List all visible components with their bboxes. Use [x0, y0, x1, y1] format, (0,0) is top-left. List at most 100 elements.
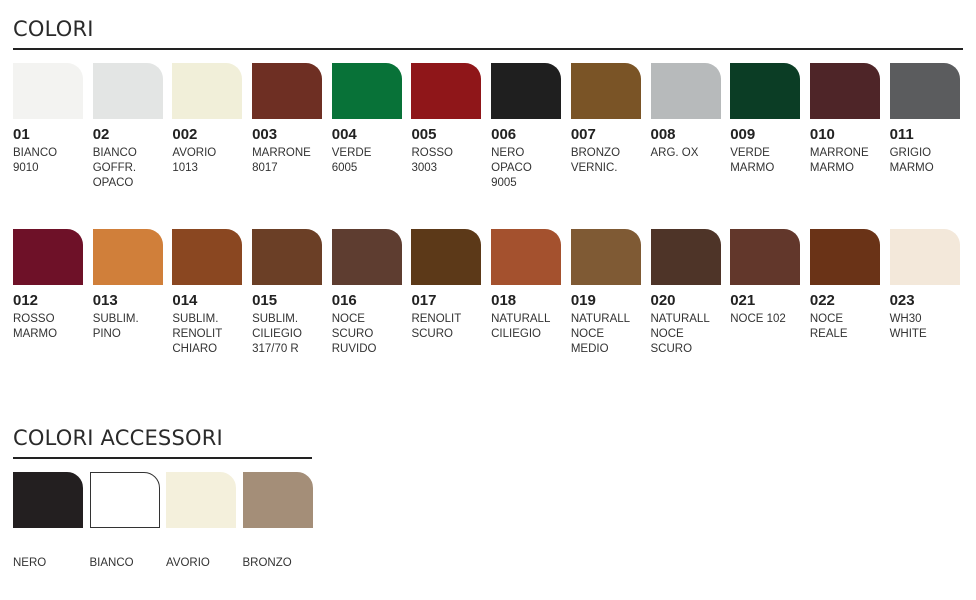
color-chip [13, 63, 83, 119]
color-swatch: 002 AVORIO 1013 [172, 63, 243, 191]
color-name: NOCE SCURO RUVIDO [331, 313, 377, 355]
accessory-chip [89, 472, 160, 528]
color-name: RENOLIT SCURO [411, 313, 462, 340]
color-name: ROSSO MARMO [13, 313, 58, 340]
color-chip [889, 63, 960, 119]
color-chip [730, 229, 801, 285]
accessory-swatch-row: NERO BIANCO AVORIO BRONZO [13, 472, 319, 571]
color-chip [491, 229, 562, 285]
color-code: 006 [491, 126, 517, 143]
accessory-name: NERO [13, 557, 47, 569]
color-code: 012 [13, 292, 39, 309]
color-chip [491, 63, 562, 119]
color-name: BRONZO VERNIC. [570, 147, 621, 174]
color-name: SUBLIM. CILIEGIO 317/70 R [252, 313, 302, 355]
color-swatch: 01 BIANCO 9010 [13, 63, 83, 191]
section-title-colori: COLORI [13, 17, 94, 41]
color-code: 008 [650, 126, 676, 143]
color-chip [570, 229, 641, 285]
accessory-swatch: NERO [13, 472, 83, 571]
color-name: VERDE MARMO [730, 147, 775, 174]
color-swatch-row: 01 BIANCO 9010 02 BIANCO GOFFR. OPACO 002 AVO… [13, 63, 969, 191]
color-name: WH30 WHITE [889, 313, 927, 340]
color-chip [889, 229, 960, 285]
color-code: 023 [889, 292, 915, 309]
accessory-chip [242, 472, 313, 528]
accessory-name: BRONZO [242, 557, 292, 569]
color-name: NATURALL NOCE SCURO [650, 313, 710, 355]
color-chip [650, 229, 721, 285]
section-title-accessori: COLORI ACCESSORI [13, 426, 223, 450]
color-chip [809, 229, 880, 285]
section-divider [13, 457, 312, 459]
color-swatch: 009 VERDE MARMO [730, 63, 801, 191]
color-code: 022 [809, 292, 835, 309]
color-name: NERO OPACO 9005 [491, 147, 532, 189]
color-code: 003 [252, 126, 278, 143]
color-code: 019 [570, 292, 596, 309]
color-chip [411, 229, 482, 285]
color-swatch: 004 VERDE 6005 [331, 63, 402, 191]
color-code: 018 [491, 292, 517, 309]
color-code: 010 [809, 126, 835, 143]
color-chip [252, 229, 323, 285]
accessory-chip [166, 472, 236, 528]
color-chip [730, 63, 801, 119]
color-code: 015 [252, 292, 278, 309]
color-swatch: 006 NERO OPACO 9005 [491, 63, 562, 191]
color-swatch: 016 NOCE SCURO RUVIDO [331, 229, 402, 357]
color-swatch: 005 ROSSO 3003 [411, 63, 482, 191]
color-swatch: 023 WH30 WHITE [889, 229, 960, 357]
color-swatch: 003 MARRONE 8017 [252, 63, 323, 191]
color-swatch: 007 BRONZO VERNIC. [570, 63, 641, 191]
color-code: 002 [172, 126, 198, 143]
accessory-swatch: AVORIO [166, 472, 236, 571]
color-name: NATURALL CILIEGIO [491, 313, 551, 340]
color-name: ARG. OX [650, 147, 699, 159]
color-swatch: 015 SUBLIM. CILIEGIO 317/70 R [252, 229, 323, 357]
color-chip [331, 63, 402, 119]
color-chip [252, 63, 323, 119]
color-chip [92, 63, 163, 119]
color-code: 017 [411, 292, 437, 309]
color-swatch: 021 NOCE 102 [730, 229, 801, 357]
color-swatch: 011 GRIGIO MARMO [889, 63, 960, 191]
color-swatch: 022 NOCE REALE [809, 229, 880, 357]
color-swatch: 012 ROSSO MARMO [13, 229, 83, 357]
color-code: 009 [730, 126, 756, 143]
color-chip [331, 229, 402, 285]
color-swatch: 014 SUBLIM. RENOLIT CHIARO [172, 229, 243, 357]
color-swatch: 019 NATURALL NOCE MEDIO [570, 229, 641, 357]
color-swatch: 02 BIANCO GOFFR. OPACO [92, 63, 163, 191]
section-divider [13, 48, 963, 50]
color-swatch: 020 NATURALL NOCE SCURO [650, 229, 721, 357]
accessory-swatch: BRONZO [242, 472, 313, 571]
color-code: 004 [331, 126, 357, 143]
color-swatch: 017 RENOLIT SCURO [411, 229, 482, 357]
color-name: VERDE 6005 [331, 147, 372, 174]
color-swatch-row: 012 ROSSO MARMO 013 SUBLIM. PINO 014 SUBLIM. … [13, 229, 969, 357]
color-code: 020 [650, 292, 676, 309]
color-code: 007 [570, 126, 596, 143]
color-chip [809, 63, 880, 119]
accessory-name: BIANCO [89, 557, 134, 569]
color-chip [570, 63, 641, 119]
color-swatch: 008 ARG. OX [650, 63, 721, 191]
color-chip [650, 63, 721, 119]
color-name: BIANCO GOFFR. OPACO [92, 147, 137, 189]
color-code: 02 [92, 126, 110, 143]
color-name: MARRONE MARMO [809, 147, 869, 174]
color-name: SUBLIM. PINO [92, 313, 139, 340]
color-chip [172, 63, 243, 119]
color-chip [13, 229, 83, 285]
color-code: 005 [411, 126, 437, 143]
color-swatch: 013 SUBLIM. PINO [92, 229, 163, 357]
color-code: 013 [92, 292, 118, 309]
accessory-swatch: BIANCO [89, 472, 160, 571]
color-name: AVORIO 1013 [172, 147, 217, 174]
color-name: NOCE 102 [730, 313, 786, 325]
color-code: 014 [172, 292, 198, 309]
color-code: 021 [730, 292, 756, 309]
color-name: BIANCO 9010 [13, 147, 58, 174]
color-swatch: 018 NATURALL CILIEGIO [491, 229, 562, 357]
